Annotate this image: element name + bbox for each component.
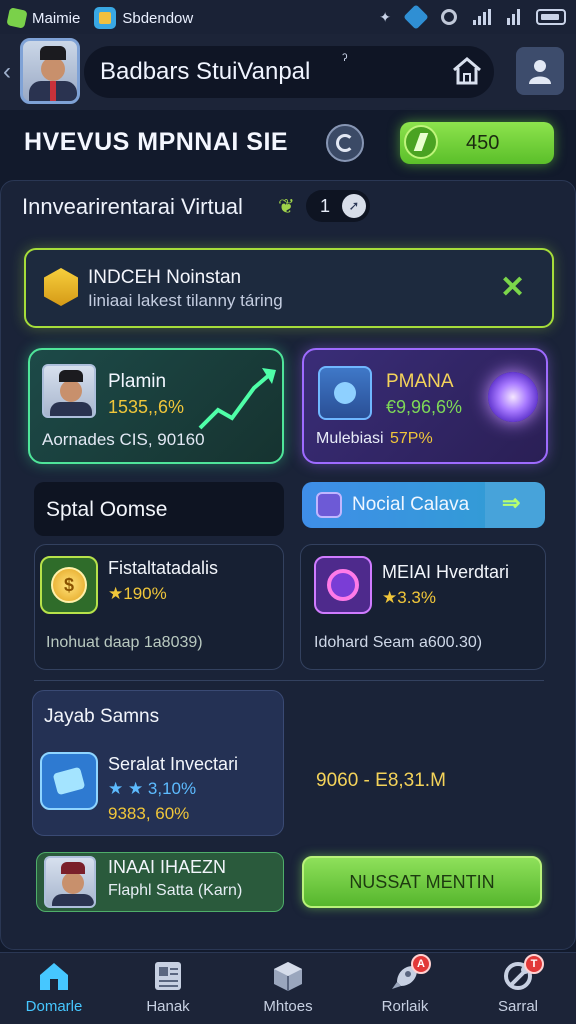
portal-icon [314, 556, 372, 614]
ticket-icon [40, 752, 98, 810]
tools-icon: T [500, 954, 544, 992]
nav-label-home: Domarle [25, 998, 83, 1015]
plamin-value: 1535,,6% [108, 397, 185, 417]
nav-item-docs[interactable]: Hanak [118, 960, 218, 1015]
pmana-icon [318, 366, 372, 420]
plamin-title: Plamin [108, 371, 167, 392]
inventory-title: Innvearirentarai Virtual [22, 194, 243, 219]
bottom-card-title: INAAI IHAEZN [108, 857, 227, 877]
coin-icon: $ [40, 556, 98, 614]
close-icon[interactable]: ✕ [500, 270, 525, 305]
status-bar-indicators: ✦ [379, 4, 566, 30]
nav-item-box[interactable]: Mhtoes [238, 960, 338, 1015]
app-folder-icon [94, 7, 117, 29]
item2-footer: Idohard Seam a600.30) [314, 634, 483, 651]
social-button-label: Nocial Calava [352, 494, 470, 515]
mission-title: HVEVUS MPNNAI SIE [24, 128, 289, 156]
item1-title: Fistaltatadalis [108, 558, 219, 578]
app-shield-icon [6, 7, 28, 29]
nav-item-rocket[interactable]: A Rorlaik [355, 954, 455, 1015]
plamin-avatar [42, 364, 96, 418]
notice-title: INDCEH Noinstan [88, 267, 242, 288]
rocket-icon: A [387, 954, 431, 992]
home-button[interactable] [446, 52, 488, 90]
item2-value: ★3.3% [382, 588, 436, 607]
lightning-coin-icon [404, 125, 438, 159]
divider [34, 680, 544, 681]
mission-action-button[interactable]: NUSSAT MENTIN [302, 856, 542, 908]
nav-label-rocket: Rorlaik [381, 998, 429, 1015]
home-icon [36, 960, 72, 992]
sync-icon [441, 9, 457, 25]
battery-icon [536, 9, 566, 25]
item1-footer: Inohuat daap 1a8039) [46, 634, 203, 651]
bluetooth-icon: ✦ [379, 8, 391, 25]
profile-button[interactable] [516, 47, 564, 95]
item2-title: MEIAI Hverdtari [382, 562, 510, 582]
nav-label-tools: Sarral [497, 998, 538, 1015]
app-diamond-icon [403, 4, 429, 30]
trend-arrow-icon [198, 368, 276, 430]
jayab-value-2: 9383, 60% [108, 804, 190, 823]
home-icon [453, 57, 481, 85]
right-stat: 9060 - E8,31.M [316, 770, 446, 791]
bottom-card-subtitle: Flaphl Satta (Karn) [108, 882, 243, 899]
document-icon [150, 960, 186, 992]
pmana-value: €9,96,6% [386, 397, 463, 417]
header-title: Badbars StuiVanpal [100, 58, 311, 85]
glowing-orb-icon [488, 372, 538, 422]
notification-badge: A [411, 954, 431, 974]
section-label: Sptal Oomse [46, 498, 168, 521]
pmana-title: PMANA [386, 371, 454, 392]
person-icon [529, 60, 551, 84]
status-bar-apps: Maimie Sbdendow [6, 7, 194, 29]
mission-action-label: NUSSAT MENTIN [349, 871, 495, 892]
status-app1-label: Maimie [32, 9, 81, 27]
jayab-title: Jayab Samns [44, 706, 160, 727]
status-app2-label: Sbdendow [122, 9, 194, 27]
user-avatar[interactable] [20, 38, 80, 104]
wifi-icon [507, 9, 520, 25]
inventory-count: 1 [320, 196, 331, 216]
social-shield-icon [316, 492, 342, 518]
item1-value: ★190% [108, 584, 167, 603]
notification-badge: T [524, 954, 544, 974]
header-mark: ˀ [342, 52, 348, 69]
coin-value: 450 [466, 132, 500, 154]
nav-label-box: Mhtoes [263, 998, 313, 1015]
leaf-icon: ❦ [278, 196, 295, 218]
notice-subtitle: Iiniaai lakest tilanny táring [88, 291, 283, 310]
signal-icon [473, 9, 491, 25]
pmana-footer-value: 57P% [390, 430, 433, 447]
back-chevron-icon[interactable]: ‹ [3, 58, 11, 86]
plamin-footer: Aornades CIS, 90160 [42, 430, 205, 449]
jayab-subtitle: Seralat Invectari [108, 754, 239, 774]
nav-item-home[interactable]: Domarle [4, 960, 104, 1015]
refresh-icon[interactable] [326, 124, 364, 162]
box-icon [270, 960, 306, 992]
bottom-avatar [44, 856, 96, 908]
nav-label-docs: Hanak [146, 998, 190, 1015]
pmana-footer-label: Mulebiasi [316, 430, 384, 447]
jayab-value-1: ★ ★ 3,10% [108, 779, 197, 798]
arrow-right-icon: ⇒ [502, 490, 521, 515]
nav-item-tools[interactable]: T Sarral [468, 954, 568, 1015]
compass-icon: ➚ [342, 194, 366, 218]
